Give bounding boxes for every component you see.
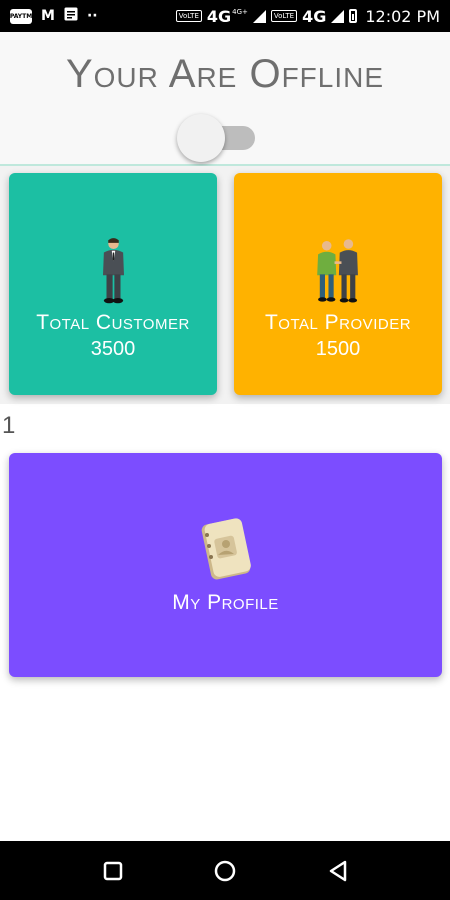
my-profile-card[interactable]: My Profile <box>9 453 442 677</box>
network-type-2: 4G <box>302 6 327 26</box>
clock: 12:02 PM <box>365 6 440 26</box>
home-icon[interactable] <box>212 858 238 884</box>
recents-icon[interactable] <box>100 858 126 884</box>
businessman-icon <box>102 238 124 304</box>
dots-icon: ·· <box>86 8 98 24</box>
page-title: Your Are Offline <box>65 52 385 96</box>
total-customer-value: 3500 <box>90 338 136 360</box>
signal-icon <box>252 9 266 23</box>
my-profile-label: My Profile <box>172 591 279 614</box>
gmail-icon: M <box>41 8 55 24</box>
network-type-1: 4G <box>206 6 232 26</box>
back-icon[interactable] <box>325 858 351 884</box>
navigation-bar <box>0 841 450 900</box>
signal-icon-2 <box>331 9 345 23</box>
status-bar: PAYTM M ·· VoLTE 4G 4G+ VoLTE 4G 12:02 P… <box>0 0 450 32</box>
volte-badge-2: VoLTE <box>270 10 298 22</box>
total-provider-label: Total Provider <box>264 311 412 334</box>
header: Your Are Offline <box>0 32 450 166</box>
total-customer-label: Total Customer <box>36 311 190 334</box>
notes-icon <box>64 7 78 25</box>
total-customer-card[interactable]: Total Customer 3500 <box>9 173 217 395</box>
volte-badge-1: VoLTE <box>175 10 202 22</box>
paytm-icon: PAYTM <box>10 8 32 24</box>
address-book-icon <box>201 518 251 580</box>
counter-text: 1 <box>2 412 16 439</box>
online-toggle[interactable] <box>177 112 259 162</box>
handshake-icon <box>317 239 358 303</box>
stats-row: Total Customer 3500 Total Provider 1500 <box>0 166 450 404</box>
total-provider-card[interactable]: Total Provider 1500 <box>234 173 442 395</box>
network-type-1-sup: 4G+ <box>232 8 248 16</box>
total-provider-value: 1500 <box>315 338 361 360</box>
battery-icon <box>349 9 358 23</box>
toggle-thumb[interactable] <box>177 114 225 162</box>
